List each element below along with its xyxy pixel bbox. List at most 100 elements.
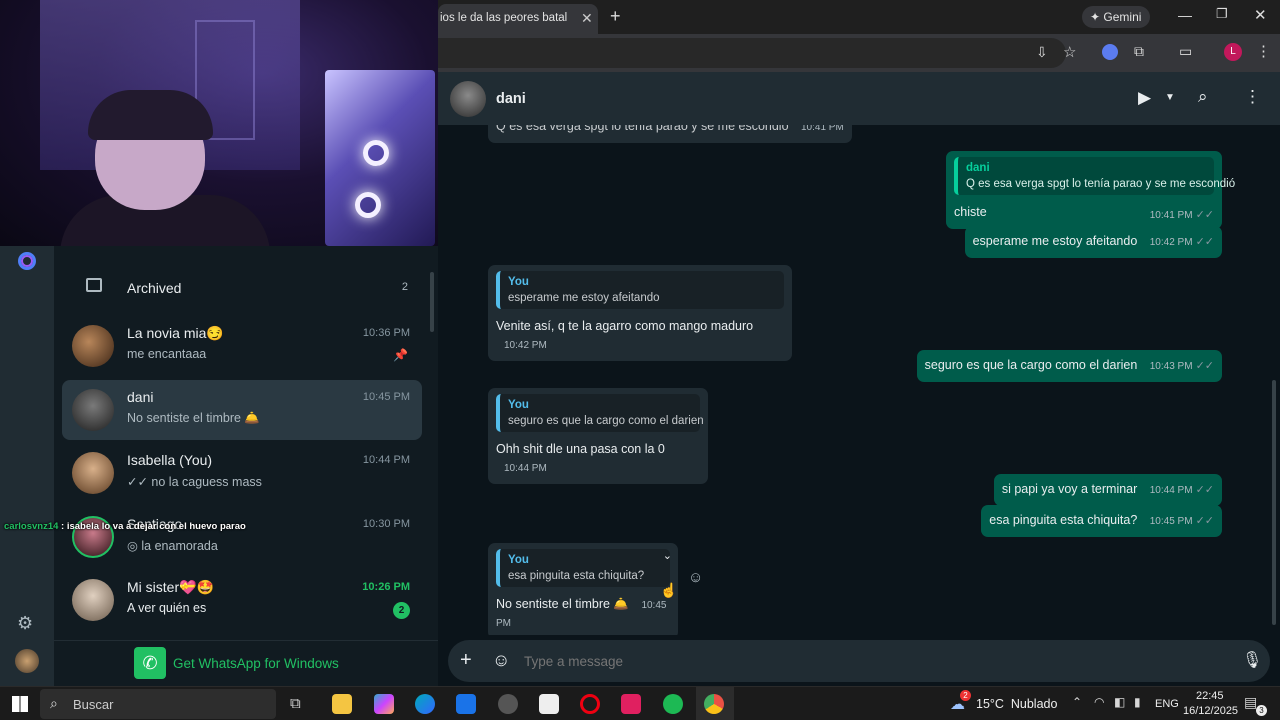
- chat-preview: ◎ la enamorada: [127, 539, 218, 553]
- chat-row[interactable]: Isabella (You) ✓✓ no la caguess mass 10:…: [62, 443, 422, 503]
- search-label: Buscar: [73, 697, 114, 712]
- chat-row[interactable]: La novia mia😏 me encantaaa 10:36 PM 📌: [62, 316, 422, 376]
- browser-tab[interactable]: ios le da las peores batallas a ✕: [438, 4, 598, 34]
- settings-gear-icon[interactable]: ⚙: [17, 613, 33, 634]
- quoted-message[interactable]: dani Q es esa verga spgt lo tenía parao …: [954, 157, 1235, 195]
- gemini-label: Gemini: [1103, 10, 1142, 24]
- archived-row[interactable]: Archived 2: [62, 262, 422, 312]
- chat-time: 10:45 PM: [362, 391, 410, 403]
- gemini-button[interactable]: ✦ Gemini: [1082, 6, 1150, 28]
- wifi-icon[interactable]: ◠: [1094, 695, 1104, 709]
- install-app-icon[interactable]: ⇩: [1036, 44, 1048, 61]
- opera-icon[interactable]: [580, 694, 600, 714]
- meta-ai-icon[interactable]: [18, 252, 36, 270]
- microphone-icon[interactable]: 🎙: [1242, 650, 1262, 670]
- puzzle-icon[interactable]: ⧉: [1134, 43, 1144, 60]
- chat-menu-icon[interactable]: ⋮: [1244, 87, 1261, 107]
- profile-avatar[interactable]: L: [1224, 43, 1242, 61]
- composer: + ☺ 🎙: [438, 635, 1280, 686]
- window-close-icon[interactable]: ✕: [1254, 6, 1267, 24]
- message-text: si papi ya voy a terminar: [1001, 482, 1138, 496]
- edge-icon[interactable]: [415, 694, 435, 714]
- app-icon[interactable]: [498, 694, 518, 714]
- spotify-icon[interactable]: [663, 694, 683, 714]
- webcam-feed: [0, 0, 438, 246]
- message-bubble-out[interactable]: si papi ya voy a terminar 10:44 PM ✓✓: [993, 474, 1222, 506]
- contact-name[interactable]: dani: [496, 91, 526, 107]
- profile-avatar-small[interactable]: [15, 649, 39, 673]
- chat-preview: ✓✓ no la caguess mass: [127, 475, 262, 489]
- panel-scrollbar[interactable]: [430, 272, 434, 332]
- store-icon[interactable]: [539, 694, 559, 714]
- message-bubble-out[interactable]: esa pinguita esta chiquita? 10:45 PM ✓✓: [981, 505, 1222, 537]
- get-app-promo[interactable]: ✆ Get WhatsApp for Windows: [54, 640, 438, 686]
- attach-plus-icon[interactable]: +: [460, 649, 472, 672]
- message-bubble-out[interactable]: seguro es que la cargo como el darien 10…: [916, 350, 1222, 382]
- message-input[interactable]: [524, 650, 1204, 672]
- clock-time[interactable]: 22:45: [1196, 690, 1224, 702]
- message-bubble-in[interactable]: You esperame me estoy afeitando Venite a…: [488, 265, 792, 361]
- message-bubble-in[interactable]: You esa pinguita esta chiquita? No senti…: [488, 543, 678, 635]
- chevron-down-icon[interactable]: ▼: [1165, 92, 1175, 103]
- nav-rail: ⚙: [0, 246, 54, 686]
- react-emoji-icon[interactable]: ☺: [688, 569, 703, 586]
- windows-start-icon[interactable]: [12, 696, 28, 712]
- quoted-message[interactable]: You seguro es que la cargo como el darie…: [496, 394, 704, 432]
- taskbar-search[interactable]: ⌕ Buscar: [40, 689, 276, 719]
- message-text: esa pinguita esta chiquita?: [989, 513, 1138, 527]
- chat-time: 10:44 PM: [362, 454, 410, 466]
- message-text: seguro es que la cargo como el darien: [924, 358, 1138, 372]
- outlook-icon[interactable]: [456, 694, 476, 714]
- language-indicator[interactable]: ENG: [1155, 698, 1179, 710]
- cast-icon[interactable]: ▭: [1179, 43, 1192, 60]
- clock-date[interactable]: 16/12/2025: [1183, 705, 1238, 717]
- browser-menu-icon[interactable]: ⋮: [1256, 42, 1271, 60]
- tray-chevron-icon[interactable]: ⌃: [1072, 695, 1082, 709]
- stream-chat-overlay: carlosvnz14 : isabela lo va a dejar con …: [4, 521, 246, 532]
- message-list: Q es esa verga spgt lo tenía parao y se …: [438, 125, 1280, 635]
- emoji-icon[interactable]: ☺: [492, 650, 510, 671]
- message-text: No sentiste el timbre 🛎️: [496, 597, 629, 611]
- copilot-icon[interactable]: [374, 694, 394, 714]
- webcam-border: [54, 246, 438, 256]
- volume-icon[interactable]: ◧: [1114, 695, 1125, 709]
- chat-row[interactable]: Mi sister💝🤩 A ver quién es 10:26 PM 2: [62, 570, 422, 630]
- weather-text[interactable]: 15°C Nublado: [976, 697, 1057, 711]
- quoted-message[interactable]: You esperame me estoy afeitando: [496, 271, 784, 309]
- message-bubble-out[interactable]: dani Q es esa verga spgt lo tenía parao …: [946, 151, 1235, 229]
- video-call-icon[interactable]: ▶: [1138, 88, 1151, 108]
- quoted-message[interactable]: You esa pinguita esta chiquita?: [496, 549, 670, 587]
- message-meta: 10:41 PM ✓✓: [1149, 209, 1214, 221]
- pin-icon: 📌: [393, 348, 408, 362]
- mic-tray-icon[interactable]: ▮: [1134, 695, 1141, 709]
- scrollbar[interactable]: [1272, 380, 1276, 625]
- contact-avatar[interactable]: [450, 81, 486, 117]
- minimize-icon[interactable]: —: [1178, 7, 1192, 23]
- message-bubble-in[interactable]: You seguro es que la cargo como el darie…: [488, 388, 708, 484]
- address-field[interactable]: [438, 38, 1066, 68]
- chat-name: La novia mia😏: [127, 325, 224, 341]
- gemini-icon: ✦: [1090, 10, 1101, 24]
- chat-time: 10:36 PM: [362, 327, 410, 339]
- read-ticks-icon: ✓✓: [1195, 515, 1214, 527]
- maximize-icon[interactable]: ❐: [1216, 6, 1228, 22]
- notification-count: 3: [1256, 705, 1267, 716]
- bookmark-star-icon[interactable]: ☆: [1063, 43, 1076, 61]
- chat-row-selected[interactable]: dani No sentiste el timbre 🛎️ 10:45 PM: [62, 380, 422, 440]
- composer-box: + ☺ 🎙: [448, 640, 1270, 682]
- message-bubble-partial[interactable]: Q es esa verga spgt lo tenía parao y se …: [488, 125, 852, 143]
- chat-preview: No sentiste el timbre 🛎️: [127, 411, 260, 425]
- tab-close-icon[interactable]: ✕: [581, 10, 593, 27]
- search-icon[interactable]: ⌕: [1198, 87, 1208, 107]
- read-ticks-icon: ✓✓: [1195, 236, 1214, 248]
- chat-row[interactable]: Santiago ◎ la enamorada 10:30 PM: [62, 507, 422, 567]
- message-options-chevron-icon[interactable]: ⌄: [663, 549, 672, 562]
- browser-tab-bar: ios le da las peores batallas a ✕ + ✦ Ge…: [438, 0, 1280, 34]
- chat-time: 10:30 PM: [362, 518, 410, 530]
- new-tab-icon[interactable]: +: [610, 6, 621, 27]
- task-view-icon[interactable]: ⧉: [290, 695, 301, 712]
- file-explorer-icon[interactable]: [332, 694, 352, 714]
- tiktok-icon[interactable]: [621, 694, 641, 714]
- extension-icon[interactable]: [1102, 44, 1118, 60]
- message-bubble-out[interactable]: esperame me estoy afeitando 10:42 PM ✓✓: [964, 226, 1222, 258]
